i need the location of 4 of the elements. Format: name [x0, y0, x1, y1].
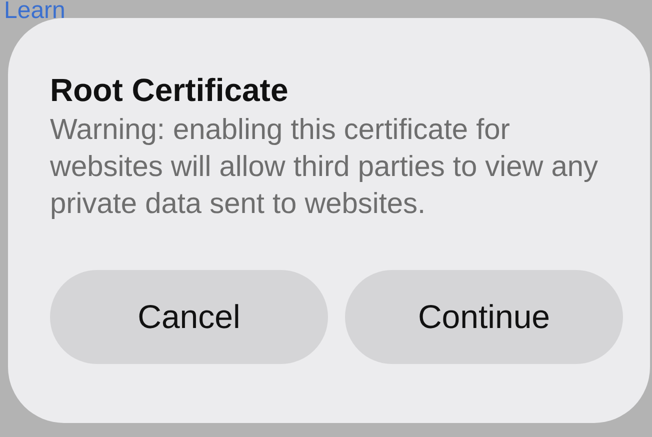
cancel-button[interactable]: Cancel: [50, 270, 328, 364]
dialog-message: Warning: enabling this certificate for websites will allow third parties to view any private data sent to websites.: [50, 113, 599, 222]
continue-button[interactable]: Continue: [345, 270, 623, 364]
dialog-title: Root Certificate: [50, 71, 290, 110]
